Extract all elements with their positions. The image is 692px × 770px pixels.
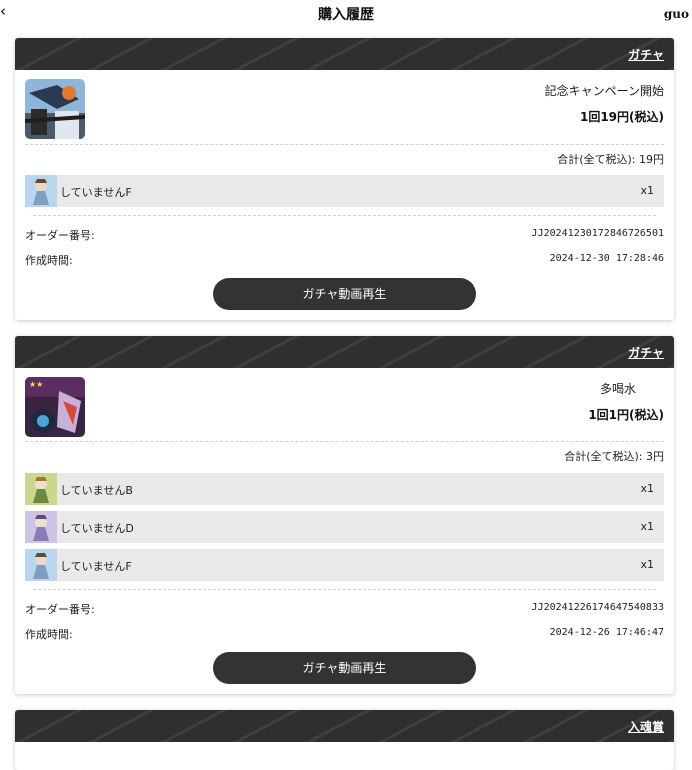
category-link[interactable]: ガチャ: [628, 344, 664, 361]
svg-text:★★: ★★: [29, 380, 43, 389]
card-body: ★★ 多喝水 1回1円(税込) 合計(全て税込): 3円 していませんB x1: [15, 368, 674, 694]
replay-gacha-video-button[interactable]: ガチャ動画再生: [213, 652, 476, 684]
order-number: JJ20241230172846726501: [531, 228, 664, 239]
category-link[interactable]: 入魂賞: [628, 718, 664, 735]
item-quantity: x1: [640, 520, 654, 533]
product-name: 記念キャンペーン開始: [544, 84, 664, 98]
order-total: 合計(全て税込): 3円: [564, 450, 664, 463]
item-thumbnail: [25, 473, 57, 505]
divider: [33, 215, 656, 216]
product-thumbnail: ★★: [25, 377, 85, 437]
username[interactable]: guo: [664, 7, 689, 21]
item-quantity: x1: [640, 482, 654, 495]
list-item: していませんF x1: [25, 175, 664, 207]
created-time: 2024-12-30 17:28:46: [549, 253, 664, 264]
created-time-label: 作成時間:: [25, 254, 73, 267]
item-name: していませんD: [60, 522, 134, 535]
created-time: 2024-12-26 17:46:47: [549, 627, 664, 638]
list-item: していませんB x1: [25, 473, 664, 505]
card-header: ガチャ: [15, 336, 674, 368]
order-number-label: オーダー番号:: [25, 603, 95, 616]
product-name: 多喝水: [599, 382, 636, 396]
item-quantity: x1: [640, 558, 654, 571]
divider: [25, 144, 664, 145]
item-quantity: x1: [640, 184, 654, 197]
card-header: 入魂賞: [15, 710, 674, 742]
top-bar: ‹ 購入履歴 guo: [0, 0, 692, 28]
replay-gacha-video-button[interactable]: ガチャ動画再生: [213, 278, 476, 310]
item-name: していませんB: [60, 484, 133, 497]
order-card: ガチャ 記念キャンペーン開始 1回19円(税込) 合計(全て税込): 19円 し…: [15, 38, 674, 320]
list-item: していませんD x1: [25, 511, 664, 543]
order-total: 合計(全て税込): 19円: [557, 153, 664, 166]
page-title: 購入履歴: [318, 7, 374, 23]
item-name: していませんF: [60, 186, 132, 199]
item-name: していませんF: [60, 560, 132, 573]
card-body: 記念キャンペーン開始 1回19円(税込) 合計(全て税込): 19円 していませ…: [15, 70, 674, 320]
order-number: JJ20241226174647540833: [531, 602, 664, 613]
divider: [25, 441, 664, 442]
item-thumbnail: [25, 511, 57, 543]
order-card: 入魂賞: [15, 710, 674, 770]
card-header: ガチャ: [15, 38, 674, 70]
product-thumbnail: [25, 79, 85, 139]
order-number-label: オーダー番号:: [25, 229, 95, 242]
product-price: 1回19円(税込): [579, 110, 664, 124]
category-link[interactable]: ガチャ: [628, 46, 664, 63]
divider: [33, 589, 656, 590]
list-item: していませんF x1: [25, 549, 664, 581]
order-card: ガチャ ★★ 多喝水 1回1円(税込) 合計(全て税込): 3円 していませんB…: [15, 336, 674, 694]
item-thumbnail: [25, 549, 57, 581]
product-price: 1回1円(税込): [588, 408, 664, 422]
item-thumbnail: [25, 175, 57, 207]
created-time-label: 作成時間:: [25, 628, 73, 641]
